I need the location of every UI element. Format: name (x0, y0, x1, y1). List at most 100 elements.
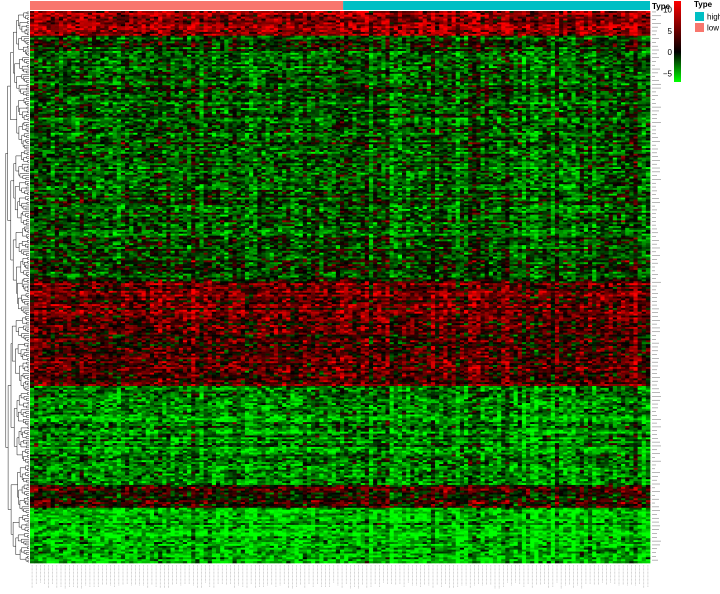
dendrogram-branch (26, 103, 29, 106)
dendrogram-branch (26, 141, 29, 144)
dendrogram-branch (27, 118, 29, 121)
dendrogram-branch (25, 177, 29, 180)
dendrogram-branch (25, 243, 29, 248)
dendrogram-branch (10, 484, 18, 535)
dendrogram-branch (15, 320, 23, 332)
dendrogram-branch (27, 53, 29, 56)
dendrogram-branch (25, 196, 29, 200)
dendrogram-branch (25, 93, 29, 96)
dendrogram-branch (26, 124, 29, 127)
dendrogram-branch (26, 219, 29, 222)
dendrogram-branch (21, 538, 29, 543)
dendrogram-branch (19, 197, 26, 206)
dendrogram-branch (18, 243, 23, 252)
dendrogram-branch (27, 110, 29, 114)
dendrogram-branch (24, 527, 29, 531)
dendrogram-branch (15, 537, 21, 555)
dendrogram-branch (27, 21, 29, 24)
dendrogram-branch (27, 245, 29, 249)
dendrogram-branch (27, 519, 29, 523)
dendrogram-branch (10, 343, 15, 428)
dendrogram-branch (27, 464, 29, 468)
dendrogram-branch (26, 70, 29, 74)
dendrogram-branch (23, 98, 27, 104)
dendrogram-branch (27, 261, 29, 264)
dendrogram-branch (26, 432, 29, 435)
dendrogram-branch (22, 431, 27, 438)
dendrogram-branch (27, 240, 29, 243)
dendrogram-branch (16, 266, 21, 294)
dendrogram-branch (21, 294, 26, 302)
dendrogram-branch (27, 198, 29, 201)
dendrogram-branch (25, 186, 29, 190)
dendrogram-branch (27, 17, 29, 20)
dendrogram-branch (26, 152, 29, 155)
dendrogram-branch (21, 524, 26, 530)
dendrogram-branch (27, 339, 29, 342)
dendrogram-branch (24, 310, 29, 314)
dendrogram-branch (23, 402, 28, 408)
dendrogram-branch (25, 316, 29, 320)
dendrogram-branch (27, 45, 29, 49)
dendrogram-branch (26, 398, 29, 401)
dendrogram-branch (26, 415, 29, 418)
dendrogram-branch (25, 472, 29, 476)
dendrogram-branch (24, 342, 29, 347)
dendrogram-branch (21, 506, 29, 511)
dendrogram-branch (25, 552, 29, 555)
dendrogram-branch (25, 15, 29, 19)
dendrogram-branch (25, 510, 29, 513)
dendrogram-branch (21, 25, 27, 33)
dendrogram-branch (12, 522, 20, 547)
dendrogram-branch (10, 52, 17, 120)
dendrogram-branch (21, 163, 29, 170)
dendrogram-branch (26, 497, 29, 500)
dendrogram-branch (19, 22, 28, 30)
dendrogram-branch (27, 377, 29, 380)
dendrogram-branch (27, 468, 29, 471)
dendrogram-branch (23, 166, 28, 172)
dendrogram-branch (27, 559, 29, 563)
dendrogram-branch (26, 28, 29, 32)
dendrogram-branch (27, 460, 29, 464)
dendrogram-branch (26, 493, 29, 496)
dendrogram-branch (24, 366, 28, 372)
type-annotation-bar (30, 1, 650, 10)
dendrogram-branch (26, 61, 29, 64)
dendrogram-branch (27, 295, 29, 298)
dendrogram-branch (23, 382, 26, 389)
dendrogram-branch (24, 518, 29, 522)
dendrogram-branch (18, 84, 27, 92)
dendrogram-branch (23, 144, 29, 149)
dendrogram-branch (22, 299, 29, 303)
dendrogram-branch (26, 183, 29, 186)
dendrogram-branch (27, 483, 29, 487)
dendrogram-branch (18, 297, 22, 310)
dendrogram-branch (26, 42, 29, 45)
dendrogram-branch (23, 484, 28, 490)
dendrogram-branch (18, 411, 24, 422)
dendrogram-branch (23, 419, 29, 423)
dendrogram-branch (25, 436, 29, 439)
dendrogram-branch (27, 236, 29, 239)
dendrogram-branch (18, 327, 24, 336)
annotation-group-low (30, 1, 344, 10)
dendrogram-branch (7, 385, 12, 510)
dendrogram-branch (19, 182, 26, 191)
dendrogram-branch (24, 375, 29, 379)
dendrogram-branch (26, 106, 29, 110)
dendrogram-branch (27, 502, 29, 506)
dendrogram-branch (26, 422, 29, 426)
dendrogram-branch (26, 169, 29, 173)
dendrogram-branch (13, 408, 17, 447)
dendrogram-branch (26, 202, 29, 205)
dendrogram-branch (27, 215, 29, 218)
dendrogram-branch (17, 344, 25, 354)
dendrogram-branch (18, 166, 23, 176)
dendrogram-branch (25, 500, 29, 505)
dendrogram-branch (18, 517, 23, 528)
dendrogram-branch (20, 213, 24, 223)
dendrogram-branch (26, 487, 29, 490)
dendrogram-branch (27, 160, 29, 163)
dendrogram-branch (26, 441, 29, 445)
